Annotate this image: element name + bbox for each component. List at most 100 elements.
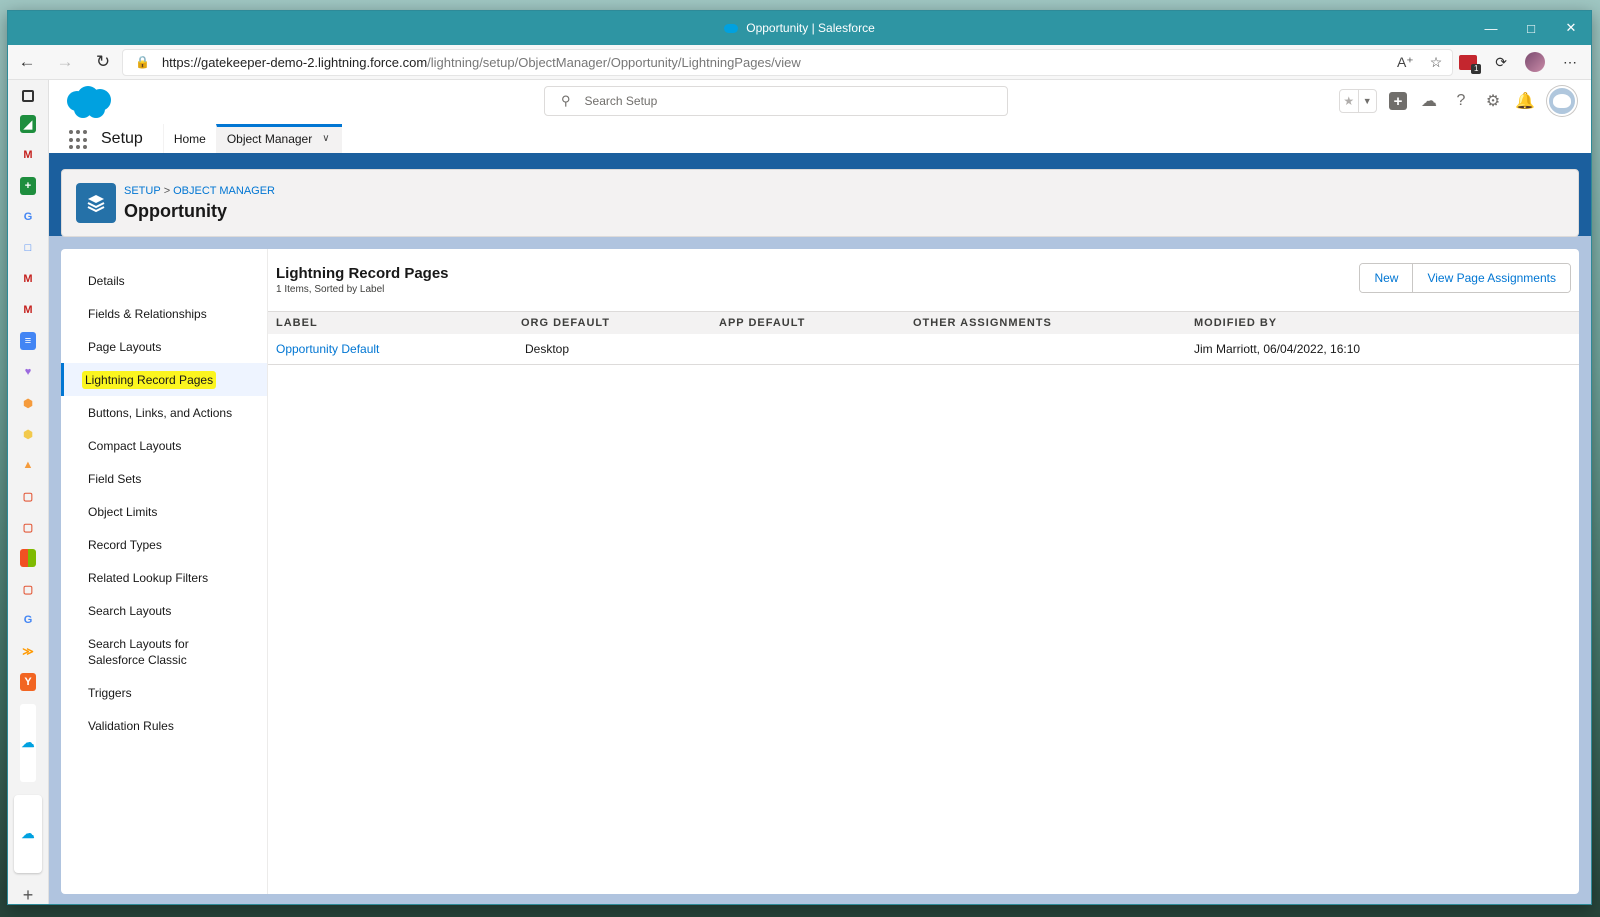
cell-org-default: Desktop	[513, 333, 711, 365]
favorites-control[interactable]: ★ ▼	[1339, 89, 1377, 113]
google-icon[interactable]: G	[20, 208, 36, 226]
left-nav-item-search-layouts[interactable]: Search Layouts	[61, 594, 267, 627]
tab-actions-icon[interactable]	[22, 90, 34, 102]
back-arrow-icon[interactable]: ←	[8, 45, 46, 80]
gmail-icon-2[interactable]: M	[20, 270, 36, 288]
left-nav-item-record-types[interactable]: Record Types	[61, 528, 267, 561]
more-menu-icon[interactable]: ⋯	[1563, 54, 1577, 71]
gmail-icon[interactable]: M	[20, 146, 36, 164]
green-app-icon[interactable]: ◢	[20, 115, 36, 133]
setup-search-input[interactable]: ⚲ Search Setup	[544, 86, 1008, 116]
salesforce-icon[interactable]: ☁	[20, 704, 36, 782]
left-nav-item-search-layouts-classic[interactable]: Search Layouts for Salesforce Classic	[61, 627, 267, 676]
search-icon: ⚲	[561, 93, 571, 108]
office-icon-3[interactable]: ▢	[20, 580, 36, 598]
column-header-app-default[interactable]: APP DEFAULT	[711, 311, 905, 334]
refresh-icon[interactable]: ↻	[84, 45, 122, 80]
table-row: Opportunity Default Desktop Jim Marriott…	[268, 333, 1579, 365]
help-icon[interactable]: ?	[1451, 91, 1471, 111]
app-launcher-icon[interactable]	[69, 130, 89, 150]
list-view: Lightning Record Pages 1 Items, Sorted b…	[268, 249, 1579, 894]
orange-app-icon[interactable]: ⬢	[20, 394, 36, 412]
global-header: ⚲ Search Setup ★ ▼ + ☁ ? ⚙ 🔔	[49, 80, 1591, 124]
left-nav-item-fields-relationships[interactable]: Fields & Relationships	[61, 297, 267, 330]
breadcrumb-object-manager[interactable]: OBJECT MANAGER	[173, 185, 275, 197]
calendar-icon[interactable]: □	[20, 239, 36, 257]
salesforce-cloud-icon	[724, 23, 739, 33]
object-layers-icon	[76, 183, 116, 223]
left-nav-item-compact-layouts[interactable]: Compact Layouts	[61, 429, 267, 462]
lock-icon: 🔒	[135, 55, 150, 69]
forward-arrow-icon[interactable]: →	[46, 45, 84, 80]
notifications-bell-icon[interactable]: 🔔	[1515, 91, 1535, 111]
heart-app-icon[interactable]: ♥	[20, 363, 36, 381]
yellow-app-icon[interactable]: ⬢	[20, 425, 36, 443]
extension-badge-icon[interactable]	[1459, 54, 1482, 74]
maximize-icon[interactable]: □	[1511, 11, 1551, 45]
breadcrumb-separator: >	[163, 184, 171, 197]
left-nav-item-buttons-links-actions[interactable]: Buttons, Links, and Actions	[61, 396, 267, 429]
trailhead-icon[interactable]: ☁	[1419, 91, 1439, 111]
table-header-row: LABEL ORG DEFAULT APP DEFAULT OTHER ASSI…	[268, 311, 1579, 334]
left-nav-item-label: Lightning Record Pages	[82, 371, 217, 389]
browser-window: Opportunity | Salesforce — □ ✕ ← → ↻ 🔒 h…	[7, 10, 1592, 905]
window-title: Opportunity | Salesforce	[746, 21, 875, 35]
close-icon[interactable]: ✕	[1551, 11, 1591, 45]
setup-gear-icon[interactable]: ⚙	[1483, 91, 1503, 111]
tab-object-manager-label: Object Manager	[226, 131, 313, 146]
google-icon-2[interactable]: G	[20, 611, 36, 629]
profile-avatar[interactable]	[1525, 52, 1545, 72]
left-nav-item-triggers[interactable]: Triggers	[61, 676, 267, 709]
read-aloud-icon[interactable]: A⁺	[1397, 54, 1414, 71]
left-nav-item-object-limits[interactable]: Object Limits	[61, 495, 267, 528]
detail-panel: Details Fields & Relationships Page Layo…	[61, 249, 1579, 894]
ycombinator-icon[interactable]: Y	[20, 673, 36, 691]
left-nav-item-page-layouts[interactable]: Page Layouts	[61, 330, 267, 363]
gmail-icon-3[interactable]: M	[20, 301, 36, 319]
url-path: /lightning/setup/ObjectManager/Opportuni…	[427, 54, 801, 70]
record-page-link[interactable]: Opportunity Default	[276, 342, 379, 356]
search-placeholder: Search Setup	[584, 94, 658, 108]
url-field[interactable]: 🔒 https://gatekeeper-demo-2.lightning.fo…	[122, 48, 1454, 76]
minimize-icon[interactable]: —	[1471, 11, 1511, 45]
new-button[interactable]: New	[1360, 264, 1413, 292]
edge-sidebar: ◢ M + G □ M M ≡ ♥ ⬢ ⬢ ▲ ▢ ▢ ▢ G ≫ Y ☁ ☁ …	[8, 80, 49, 904]
tab-home[interactable]: Home	[162, 124, 216, 153]
add-sidebar-icon[interactable]: +	[20, 885, 36, 905]
title-bar: Opportunity | Salesforce — □ ✕	[8, 11, 1591, 45]
extensions-puzzle-icon[interactable]: ⟳	[1495, 54, 1507, 71]
cell-modified-by: Jim Marriott, 06/04/2022, 16:10	[1186, 333, 1579, 365]
address-bar-row: ← → ↻ 🔒 https://gatekeeper-demo-2.lightn…	[8, 45, 1591, 80]
tab-object-manager[interactable]: Object Manager ∨	[215, 124, 342, 153]
left-nav-item-related-lookup-filters[interactable]: Related Lookup Filters	[61, 561, 267, 594]
column-header-other-assignments[interactable]: OTHER ASSIGNMENTS	[905, 311, 1186, 334]
amazon-icon[interactable]: ≫	[20, 642, 36, 660]
salesforce-app: ⚲ Search Setup ★ ▼ + ☁ ? ⚙ 🔔 Setup Home …	[49, 80, 1591, 904]
salesforce-logo[interactable]	[63, 85, 115, 121]
office-icon[interactable]: ▢	[20, 487, 36, 505]
column-header-org-default[interactable]: ORG DEFAULT	[513, 311, 711, 334]
left-nav-item-lightning-record-pages[interactable]: Lightning Record Pages	[61, 363, 267, 396]
view-page-assignments-button[interactable]: View Page Assignments	[1412, 264, 1570, 292]
column-header-label[interactable]: LABEL	[268, 311, 513, 334]
left-nav-item-validation-rules[interactable]: Validation Rules	[61, 709, 267, 742]
global-actions-add-icon[interactable]: +	[1389, 92, 1407, 110]
docs-icon[interactable]: ≡	[20, 332, 36, 350]
microsoft-icon[interactable]	[20, 549, 36, 567]
user-avatar[interactable]	[1547, 86, 1577, 116]
chevron-down-icon[interactable]: ∨	[322, 133, 329, 144]
cell-app-default	[711, 333, 905, 365]
star-icon[interactable]: ★	[1340, 90, 1358, 112]
setup-nav-bar: Setup Home Object Manager ∨	[49, 124, 1591, 156]
office-icon-2[interactable]: ▢	[20, 518, 36, 536]
tab-home-label: Home	[173, 131, 206, 146]
breadcrumb-setup[interactable]: SETUP	[124, 185, 161, 197]
left-nav-item-field-sets[interactable]: Field Sets	[61, 462, 267, 495]
flame-app-icon[interactable]: ▲	[20, 456, 36, 474]
salesforce-active-icon[interactable]: ☁	[14, 795, 42, 873]
column-header-modified-by[interactable]: MODIFIED BY	[1186, 311, 1579, 334]
chevron-down-icon[interactable]: ▼	[1357, 90, 1377, 112]
sheets-icon[interactable]: +	[20, 177, 36, 195]
left-nav-item-details[interactable]: Details	[61, 264, 267, 297]
favorite-star-icon[interactable]: ☆	[1430, 54, 1443, 71]
